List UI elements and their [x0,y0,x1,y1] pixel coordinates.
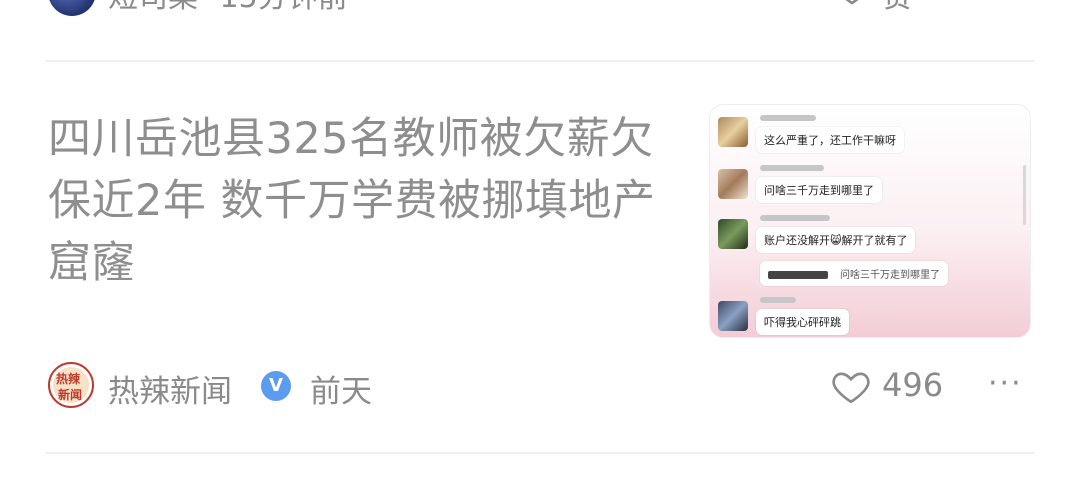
blurred-username [760,297,796,303]
previous-time: 15分钟前 [220,0,348,15]
quoted-text: 问啥三千万走到哪里了 [840,270,940,281]
blurred-quote-name [768,271,828,279]
chat-bubble: 问啥三千万走到哪里了 [756,177,882,203]
blurred-username [760,215,830,221]
article-title[interactable]: 四川岳池县325名教师被欠薪欠保近2年 数千万学费被挪填地产窟窿 [48,108,678,294]
like-count[interactable]: 496 [882,366,943,404]
heart-outline-icon[interactable] [832,0,872,8]
source-name[interactable]: 热辣新闻 [108,366,232,411]
divider [46,60,1034,62]
blurred-username [760,115,816,121]
more-horizontal-icon[interactable]: ··· [988,369,1023,399]
previous-source-name: 短司桌 [108,0,198,15]
article-meta: 热辣 新闻 热辣新闻 V 前天 496 ··· [48,362,1048,411]
chat-avatar [718,117,748,147]
chat-bubble: 这么严重了，还工作干嘛呀 [756,127,904,153]
heart-outline-icon[interactable] [830,365,872,407]
chat-bubble: 账户还没解开😸解开了就有了 [756,227,916,253]
article-thumbnail[interactable]: 这么严重了，还工作干嘛呀 问啥三千万走到哪里了 账户还没解开😸解开了就有了 问啥… [709,104,1031,338]
source-avatar [48,0,96,16]
source-logo[interactable]: 热辣 新闻 [48,362,94,408]
blurred-username [760,165,824,171]
publish-time: 前天 [310,374,372,410]
divider [46,452,1034,454]
verified-badge-icon: V [261,371,291,401]
logo-text-top: 热辣 [56,372,81,386]
chat-avatar [718,169,748,199]
previous-source-time: 短司桌 15分钟前 [108,0,348,16]
chat-avatar [718,219,748,249]
chat-quote-bubble: 问啥三千万走到哪里了 [760,261,948,286]
chat-bubble: 吓得我心砰砰跳 [756,309,849,335]
like-label[interactable]: 赞 [882,0,912,16]
logo-text-bottom: 新闻 [58,388,83,402]
thumbnail-scrollbar [1023,165,1026,225]
previous-news-item[interactable]: 短司桌 15分钟前 赞 [0,0,1080,28]
chat-avatar [718,301,748,331]
